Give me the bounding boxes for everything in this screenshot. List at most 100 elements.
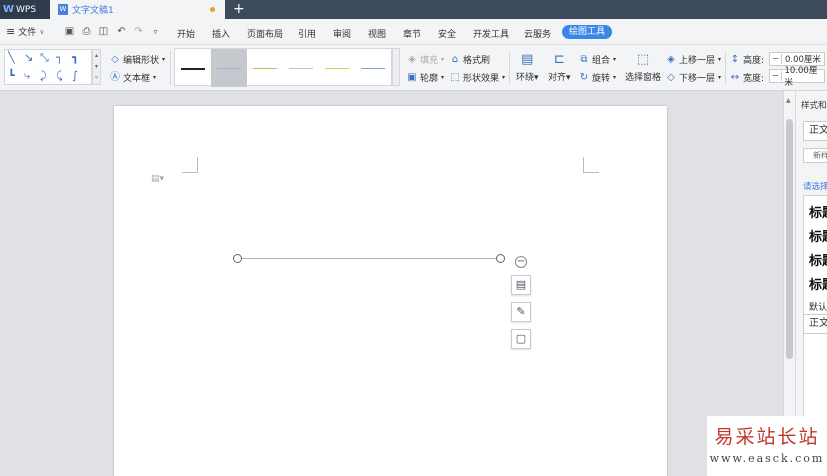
menu-security[interactable]: 安全 (438, 27, 456, 40)
paragraph-options-icon[interactable]: ▤▾ (151, 174, 164, 184)
chevron-down-icon: ▾ (613, 74, 617, 81)
style-prompt: 请选择要应用的格式 (803, 182, 827, 192)
line-shape[interactable] (238, 258, 501, 259)
arrow-shape-icon[interactable]: ↘ (24, 52, 33, 63)
freeform-icon[interactable]: ⤹ (56, 70, 63, 81)
bring-forward-button[interactable]: ◈ 上移一层 ▾ (666, 53, 721, 66)
new-tab-button[interactable]: + (233, 0, 245, 19)
divider (170, 51, 171, 85)
style-heading-2[interactable]: 标题 2 (809, 226, 827, 245)
shape-frame-icon[interactable]: ▢ (511, 329, 531, 349)
align-button[interactable]: ⊏ 对齐▾ (548, 53, 571, 84)
group-label: 组合 (592, 56, 611, 66)
fill-bucket-icon: ◈ (408, 53, 416, 65)
swatch-line (217, 68, 241, 69)
swatch-line (289, 68, 313, 69)
scribble-icon[interactable]: ∫ (72, 70, 78, 81)
edit-shape-button[interactable]: ◇ 编辑形状 ▾ (110, 53, 165, 66)
menu-drawing-tools[interactable]: 绘图工具 (562, 25, 612, 39)
menu-review[interactable]: 审阅 (333, 27, 351, 40)
line-style-swatch[interactable] (283, 49, 319, 87)
height-decrement[interactable]: − (770, 54, 782, 64)
wrap-text-icon: ▤ (521, 52, 534, 67)
scroll-up-icon[interactable]: ▲ (786, 97, 791, 104)
curved-arrow-connector-icon[interactable]: ⤷ (24, 70, 30, 81)
edit-shape-icon: ◇ (111, 53, 119, 65)
wrap-text-button[interactable]: ▤ 环绕▾ (516, 52, 539, 84)
style-gallery-scroll[interactable] (392, 48, 400, 86)
line-start-handle[interactable] (233, 254, 242, 263)
collapse-toolbar-icon[interactable]: − (515, 256, 527, 268)
line-shape-gallery: ╲ ↘ ⤡ ┐ ┓ ┗ ⤷ ⤸ ⤹ ∫ (4, 49, 92, 85)
line-end-handle[interactable] (496, 254, 505, 263)
line-shape-icon[interactable]: ╲ (8, 52, 15, 63)
hamburger-icon: ≡ (6, 25, 16, 38)
current-style-box[interactable]: 正文 (803, 121, 827, 141)
elbow-arrow-connector-icon[interactable]: ┓ (72, 52, 79, 63)
curved-double-arrow-icon[interactable]: ⤸ (40, 70, 47, 81)
chevron-down-icon: ▾ (718, 74, 722, 81)
shape-gallery-scroll[interactable]: ▴ ▾ ▿ (92, 49, 101, 85)
outline-pen-icon[interactable]: ✎ (511, 302, 531, 322)
swatch-line (253, 68, 277, 69)
menu-home[interactable]: 开始 (177, 27, 195, 40)
divider (725, 51, 726, 85)
redo-icon[interactable]: ↷ (133, 26, 144, 37)
fill-label: 填充 (420, 56, 439, 66)
swatch-line (361, 68, 385, 69)
rotate-button[interactable]: ↻ 旋转 ▾ (579, 71, 616, 84)
double-arrow-shape-icon[interactable]: ⤡ (40, 52, 49, 63)
style-normal[interactable]: 正文 (803, 314, 827, 334)
menu-cloud[interactable]: 云服务 (524, 27, 551, 40)
line-style-swatch[interactable] (175, 49, 211, 87)
menu-developer[interactable]: 开发工具 (473, 27, 509, 40)
menu-page-layout[interactable]: 页面布局 (247, 27, 283, 40)
divider (509, 51, 510, 85)
file-menu[interactable]: ≡ 文件 ∨ (6, 25, 44, 38)
wrap-text-label: 环绕▾ (516, 73, 539, 83)
scroll-thumb[interactable] (786, 119, 793, 359)
undo-icon[interactable]: ↶ (116, 26, 127, 37)
menu-insert[interactable]: 插入 (212, 27, 230, 40)
swatch-line (325, 68, 349, 69)
ribbon-drawing-tools: ╲ ↘ ⤡ ┐ ┓ ┗ ⤷ ⤸ ⤹ ∫ ▴ ▾ ▿ ◇ 编辑形状 ▾ Ⓐ 文本框 ▾ (0, 45, 827, 91)
style-heading-1[interactable]: 标题 1 (809, 202, 827, 221)
wps-logo-icon: W (3, 3, 15, 15)
wrap-label-text: 环绕 (516, 73, 535, 83)
shape-effects-button[interactable]: ⬚ 形状效果 ▾ (450, 71, 505, 84)
menu-chapter[interactable]: 章节 (403, 27, 421, 40)
format-brush-button[interactable]: ⌂ 格式刷 (450, 53, 490, 66)
save-icon[interactable]: ▣ (64, 26, 75, 37)
customize-toolbar-icon[interactable]: ▿ (150, 26, 161, 37)
fill-button[interactable]: ◈ 填充 ▾ (407, 53, 444, 66)
style-heading-4[interactable]: 标题 4 (809, 274, 827, 293)
menu-view[interactable]: 视图 (368, 27, 386, 40)
tab-wps-home[interactable]: W WPS (0, 0, 50, 19)
group-button[interactable]: ⧉ 组合 ▾ (579, 53, 616, 66)
tab-bar: W WPS W 文字文稿1 + (0, 0, 827, 19)
document-page[interactable]: ▤▾ − ▤ ✎ ▢ (114, 106, 667, 476)
unsaved-indicator (210, 7, 215, 12)
text-box-button[interactable]: Ⓐ 文本框 ▾ (110, 71, 156, 84)
width-decrement[interactable]: − (770, 71, 782, 81)
line-style-swatch-selected[interactable] (211, 49, 247, 87)
print-icon[interactable]: ⎙ (81, 26, 92, 37)
tab-document[interactable]: W 文字文稿1 (50, 0, 225, 19)
file-menu-label: 文件 (18, 28, 37, 38)
menu-references[interactable]: 引用 (298, 27, 316, 40)
layout-options-icon[interactable]: ▤ (511, 275, 531, 295)
curved-connector-icon[interactable]: ┗ (8, 70, 15, 81)
line-style-swatch[interactable] (355, 49, 391, 87)
line-style-swatch[interactable] (319, 49, 355, 87)
line-style-swatch[interactable] (247, 49, 283, 87)
send-backward-button[interactable]: ◇ 下移一层 ▾ (666, 71, 721, 84)
new-style-button[interactable]: 新样式 (803, 148, 827, 163)
elbow-connector-icon[interactable]: ┐ (56, 52, 63, 63)
width-input[interactable]: − 10.00厘米 (769, 66, 825, 88)
outline-button[interactable]: ▣ 轮廓 ▾ (407, 71, 444, 84)
style-heading-3[interactable]: 标题 3 (809, 250, 827, 269)
selection-pane-button[interactable]: ⬚ 选择窗格 (625, 53, 661, 84)
chevron-down-icon: ▾ (613, 56, 617, 63)
style-default-font[interactable]: 默认段落字体 (809, 300, 827, 313)
print-preview-icon[interactable]: ◫ (98, 26, 109, 37)
